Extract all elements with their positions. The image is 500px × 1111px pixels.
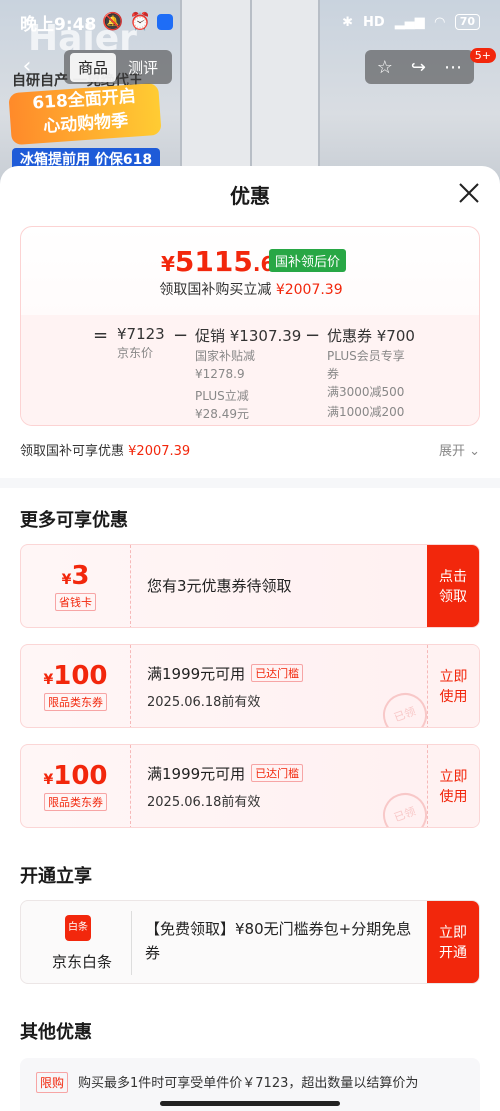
- coupon-validity: 2025.06.18前有效: [147, 795, 261, 810]
- tab-product[interactable]: 商品: [70, 52, 117, 82]
- coupon-desc: 满1999元可用 已达门槛: [147, 763, 304, 784]
- promo-col: 促销 ¥1307.39 国家补贴减 ¥1278.9 PLUS立减 ¥28.49元: [195, 327, 302, 421]
- expand-button[interactable]: 展开 ⌄: [439, 440, 480, 459]
- status-bar: 晚上9:48 🔕 ⏰ ✱ HD ▂▄▆ ◠ 70: [0, 0, 500, 44]
- use-coupon-button[interactable]: 立即 使用: [427, 645, 479, 727]
- signal-icon: ▂▄▆: [394, 14, 425, 30]
- coupon-kind: 限品类东券: [44, 693, 107, 711]
- coupon-kind: 限品类东券: [44, 793, 107, 811]
- section-divider: [0, 478, 500, 488]
- limit-text: 购买最多1件时可享受单件价￥7123，超出数量以结算价为: [78, 1076, 419, 1091]
- threshold-reached-tag: 已达门槛: [251, 664, 304, 682]
- favorite-star-icon[interactable]: ☆: [377, 57, 393, 78]
- coupon-amount: ¥100: [43, 761, 108, 791]
- minus-sign-2: −: [305, 325, 321, 346]
- claimed-stamp: 已领: [376, 786, 434, 827]
- equals-sign: =: [93, 325, 109, 346]
- nav-tabs: 商品 测评: [64, 50, 173, 84]
- mute-icon: 🔕: [102, 12, 124, 32]
- bluetooth-icon: ✱: [342, 14, 354, 30]
- wifi-icon: ◠: [434, 14, 445, 30]
- coupon-desc: 您有3元优惠券待领取: [147, 577, 292, 595]
- open-benefits-title: 开通立享: [20, 866, 92, 887]
- claim-coupon-button[interactable]: 点击 领取: [427, 545, 479, 627]
- chevron-down-icon: ⌄: [469, 444, 480, 459]
- close-icon[interactable]: [456, 180, 482, 206]
- open-baitiao-button[interactable]: 立即 开通: [427, 901, 479, 983]
- share-icon[interactable]: ↪: [411, 57, 426, 78]
- use-coupon-button[interactable]: 立即 使用: [427, 745, 479, 827]
- price-breakdown-card: ¥5115.61 国补领后价 领取国补购买立减 ¥2007.39 = ¥7123…: [20, 226, 480, 426]
- back-button[interactable]: ‹: [10, 50, 44, 84]
- coupon-col: 优惠券 ¥700 PLUS会员专享 券 满3000减500 满1000减200: [327, 327, 415, 419]
- subsidy-discount-line: 领取国补购买立减 ¥2007.39: [159, 282, 343, 298]
- baitiao-name: 京东白条: [51, 953, 112, 971]
- more-icon[interactable]: ⋯: [444, 57, 462, 78]
- sheet-title: 优惠: [230, 184, 270, 208]
- coupon-validity: 2025.06.18前有效: [147, 695, 261, 710]
- jd-price-label: 京东价: [117, 346, 154, 360]
- nav-bar: ‹ 商品 测评 ☆ ↪ ⋯ 5+: [0, 48, 500, 86]
- coupon-card: ¥100 限品类东券 满1999元可用 已达门槛 2025.06.18前有效 已领…: [20, 644, 480, 728]
- coupon-desc: 满1999元可用 已达门槛: [147, 663, 304, 684]
- coupon-card: ¥3 省钱卡 您有3元优惠券待领取 点击 领取: [20, 544, 480, 628]
- coupon-total: 优惠券 ¥700: [327, 327, 415, 345]
- alarm-icon: ⏰: [129, 12, 151, 32]
- minus-sign: −: [173, 325, 189, 346]
- claimed-stamp: 已领: [376, 686, 434, 727]
- status-time: 晚上9:48: [20, 14, 97, 35]
- limit-tag: 限购: [36, 1072, 69, 1093]
- battery-icon: 70: [454, 14, 480, 30]
- network-type: HD: [363, 14, 385, 30]
- subsidy-price-tag: 国补领后价: [269, 249, 347, 272]
- app-notification-icon: [156, 14, 173, 30]
- coupon-amount: ¥3: [61, 561, 90, 591]
- jd-price: ¥7123: [117, 325, 165, 343]
- threshold-reached-tag: 已达门槛: [251, 764, 304, 782]
- home-indicator[interactable]: [160, 1101, 340, 1106]
- baitiao-card: 白条 京东白条 【免费领取】¥80无门槛券包+分期免息券 立即 开通: [20, 900, 480, 984]
- nav-actions: ☆ ↪ ⋯: [364, 50, 474, 84]
- jd-price-col: ¥7123 京东价: [117, 325, 165, 361]
- promo-total: 促销 ¥1307.39: [195, 327, 302, 345]
- coupon-amount: ¥100: [43, 661, 108, 691]
- subsidy-summary: 领取国补可享优惠 ¥2007.39: [20, 444, 191, 459]
- promo-banner: 618全面开启 心动购物季: [8, 82, 162, 146]
- tab-review[interactable]: 测评: [120, 53, 166, 82]
- message-badge: 5+: [469, 48, 496, 63]
- coupon-kind: 省钱卡: [55, 593, 96, 611]
- more-offers-title: 更多可享优惠: [20, 510, 128, 531]
- other-offers-title: 其他优惠: [20, 1022, 92, 1043]
- coupon-card: ¥100 限品类东券 满1999元可用 已达门槛 2025.06.18前有效 已领…: [20, 744, 480, 828]
- baitiao-desc: 【免费领取】¥80无门槛券包+分期免息券: [145, 920, 412, 962]
- discount-sheet: 优惠 ¥5115.61 国补领后价 领取国补购买立减 ¥2007.39 = ¥7…: [0, 166, 500, 1111]
- baitiao-logo-icon: 白条: [65, 915, 91, 941]
